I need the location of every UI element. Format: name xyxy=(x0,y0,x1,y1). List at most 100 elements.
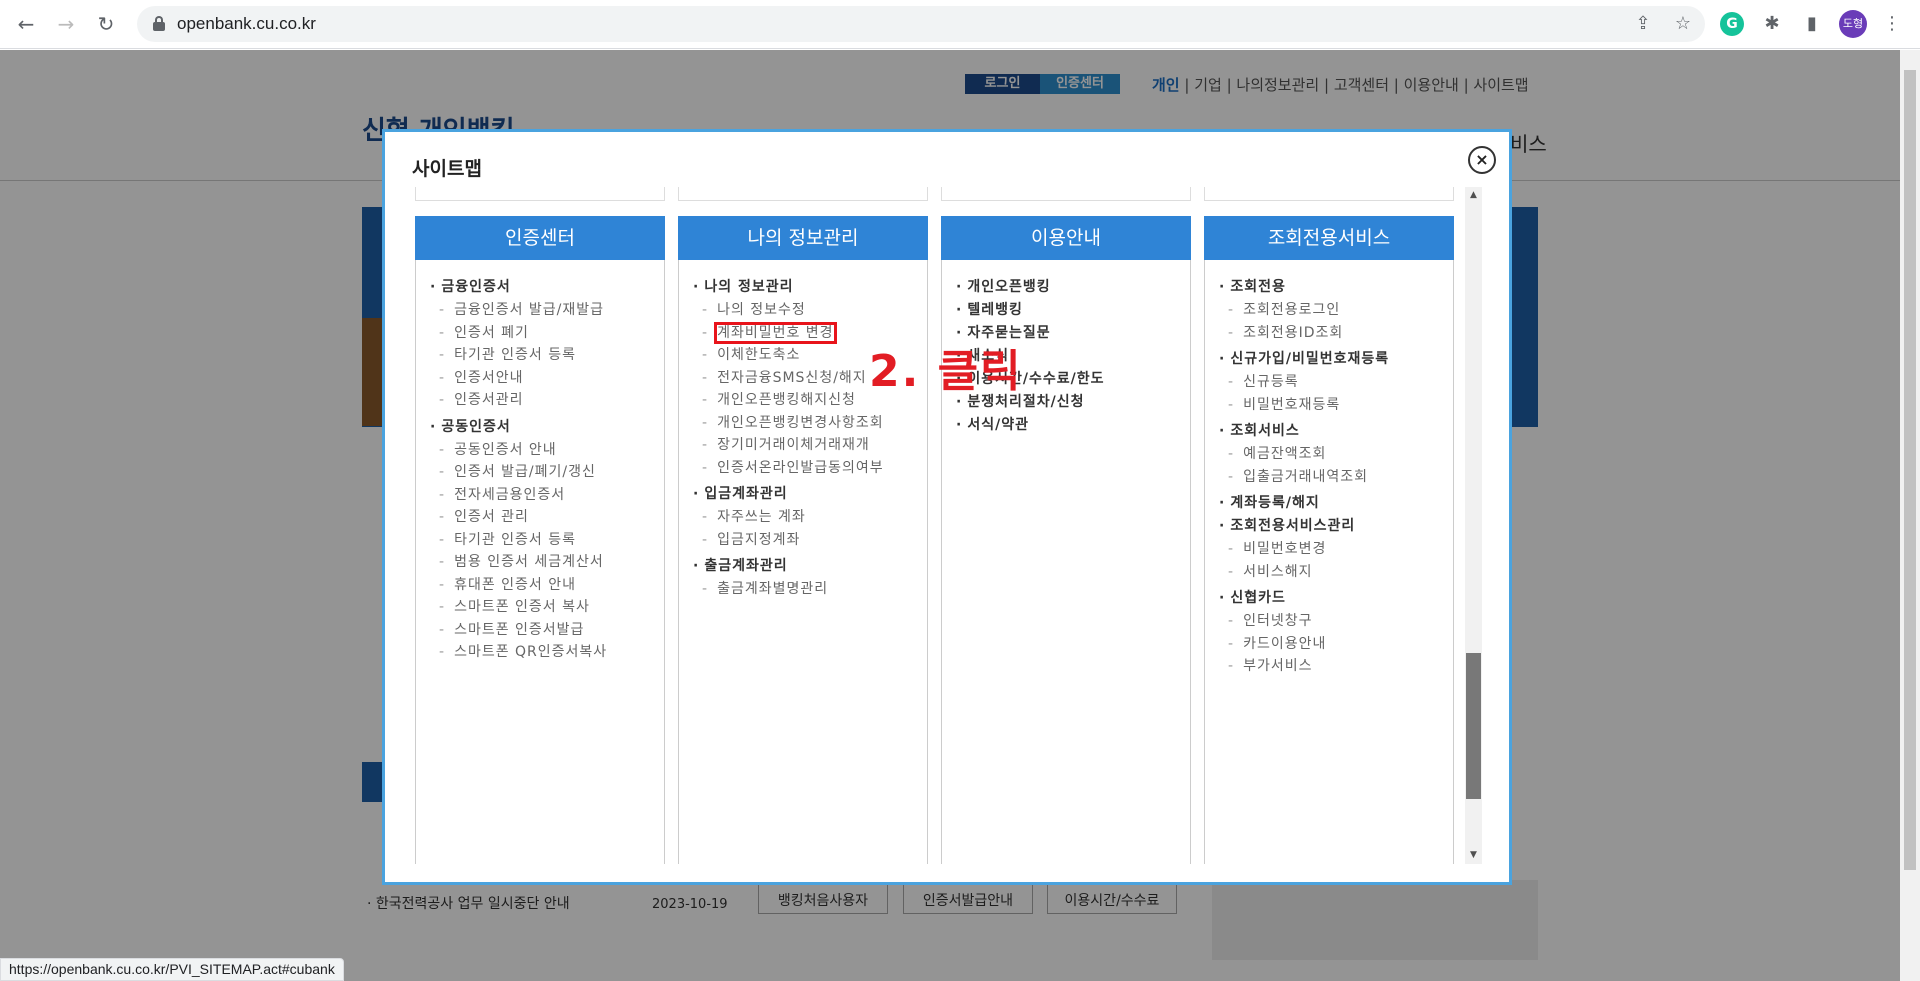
sitemap-group-link[interactable]: 조회전용서비스관리 xyxy=(1205,515,1453,538)
sitemap-sub-link[interactable]: 스마트폰 인증서발급 xyxy=(416,619,664,642)
sitemap-sub-link[interactable]: 자주쓰는 계좌 xyxy=(679,506,927,529)
column-body: 금융인증서금융인증서 발급/재발급인증서 폐기타기관 인증서 등록인증서안내인증… xyxy=(415,260,665,864)
sitemap-sub-link-label: 전자금융SMS신청/해지 xyxy=(717,369,867,386)
address-bar[interactable]: openbank.cu.co.kr ⇪ ☆ xyxy=(137,6,1705,42)
sitemap-sub-link[interactable]: 비밀번호변경 xyxy=(1205,538,1453,561)
sitemap-sub-link[interactable]: 부가서비스 xyxy=(1205,655,1453,678)
sitemap-sub-link-label: 자주쓰는 계좌 xyxy=(717,509,806,525)
sitemap-sub-link[interactable]: 전자세금용인증서 xyxy=(416,484,664,507)
sitemap-group-link[interactable]: 신규가입/비밀번호재등록 xyxy=(1205,348,1453,371)
url-text[interactable]: openbank.cu.co.kr xyxy=(177,14,316,34)
sitemap-sub-link-label: 개인오픈뱅킹해지신청 xyxy=(717,392,856,408)
sitemap-sub-link[interactable]: 인증서 발급/폐기/갱신 xyxy=(416,461,664,484)
grammarly-icon[interactable]: G xyxy=(1720,12,1744,36)
sitemap-sub-link[interactable]: 입금지정계좌 xyxy=(679,529,927,552)
sitemap-group-link[interactable]: 계좌등록/해지 xyxy=(1205,492,1453,515)
sitemap-group-link[interactable]: 공동인증서 xyxy=(416,416,664,439)
sitemap-sub-link-label: 카드이용안내 xyxy=(1243,635,1327,652)
status-bar-url: https://openbank.cu.co.kr/PVI_SITEMAP.ac… xyxy=(0,958,344,981)
sitemap-group-link[interactable]: 조회서비스 xyxy=(1205,420,1453,443)
scroll-up-icon[interactable]: ▲ xyxy=(1465,187,1482,204)
sitemap-sub-link-label: 입출금거래내역조회 xyxy=(1243,468,1368,485)
sitemap-sub-link[interactable]: 카드이용안내 xyxy=(1205,633,1453,656)
sitemap-group-link[interactable]: 출금계좌관리 xyxy=(679,555,927,578)
reload-icon[interactable]: ↻ xyxy=(92,10,120,38)
sitemap-group-link[interactable]: 조회전용 xyxy=(1205,276,1453,299)
sitemap-sub-link[interactable]: 스마트폰 QR인증서복사 xyxy=(416,641,664,664)
sitemap-sub-link[interactable]: 범용 인증서 세금계산서 xyxy=(416,551,664,574)
sitemap-sub-link[interactable]: 인증서안내 xyxy=(416,367,664,390)
back-icon[interactable]: ← xyxy=(12,10,40,38)
sitemap-sub-link[interactable]: 입출금거래내역조회 xyxy=(1205,466,1453,489)
modal-title: 사이트맵 xyxy=(412,158,482,180)
sitemap-sub-link[interactable]: 조회전용로그인 xyxy=(1205,299,1453,322)
sitemap-group-link[interactable]: 입금계좌관리 xyxy=(679,483,927,506)
close-icon[interactable]: × xyxy=(1468,146,1496,174)
sitemap-sub-link[interactable]: 공동인증서 안내 xyxy=(416,439,664,462)
sitemap-sub-link-label: 이체한도축소 xyxy=(717,347,801,363)
sitemap-sub-link[interactable]: 인터넷창구 xyxy=(1205,610,1453,633)
column-header[interactable]: 나의 정보관리 xyxy=(678,216,928,260)
sitemap-group-link[interactable]: 개인오픈뱅킹 xyxy=(942,276,1190,299)
column-header[interactable]: 이용안내 xyxy=(941,216,1191,260)
sitemap-sub-link-label: 인증서관리 xyxy=(454,392,524,408)
sitemap-sub-link[interactable]: 금융인증서 발급/재발급 xyxy=(416,299,664,322)
sitemap-group-link[interactable]: 나의 정보관리 xyxy=(679,276,927,299)
sitemap-sub-link[interactable]: 신규등록 xyxy=(1205,371,1453,394)
sitemap-column: 조회전용서비스조회전용조회전용로그인조회전용ID조회신규가입/비밀번호재등록신규… xyxy=(1204,187,1454,864)
lock-icon[interactable] xyxy=(153,16,165,31)
sitemap-sub-link[interactable]: 나의 정보수정 xyxy=(679,299,927,322)
sitemap-sub-link-label: 비밀번호재등록 xyxy=(1243,396,1341,413)
sitemap-group-link[interactable]: 텔레뱅킹 xyxy=(942,299,1190,322)
column-top-edge xyxy=(941,187,1191,201)
sitemap-sub-link[interactable]: 서비스해지 xyxy=(1205,561,1453,584)
sitemap-group-link[interactable]: 신협카드 xyxy=(1205,587,1453,610)
page-scrollbar[interactable] xyxy=(1900,50,1920,981)
sitemap-sub-link[interactable]: 타기관 인증서 등록 xyxy=(416,529,664,552)
sitemap-sub-link-label: 부가서비스 xyxy=(1243,658,1313,674)
column-header[interactable]: 조회전용서비스 xyxy=(1204,216,1454,260)
sitemap-sub-link[interactable]: 인증서 폐기 xyxy=(416,322,664,345)
forward-icon[interactable]: → xyxy=(52,10,80,38)
sitemap-sub-link[interactable]: 개인오픈뱅킹변경사항조회 xyxy=(679,412,927,435)
sitemap-sub-link[interactable]: 비밀번호재등록 xyxy=(1205,394,1453,417)
bookmark-star-icon[interactable]: ☆ xyxy=(1673,14,1693,34)
sitemap-sub-link-label: 출금계좌별명관리 xyxy=(717,581,829,597)
share-icon[interactable]: ⇪ xyxy=(1633,14,1653,34)
side-panel-icon[interactable]: ▮ xyxy=(1800,12,1824,36)
sitemap-sub-link-label: 인증서안내 xyxy=(454,369,524,386)
sitemap-group-link[interactable]: 금융인증서 xyxy=(416,276,664,299)
sitemap-column: 이용안내개인오픈뱅킹텔레뱅킹자주묻는질문새소식이용시간/수수료/한도분쟁처리절차… xyxy=(941,187,1191,864)
sitemap-sub-link[interactable]: 인증서관리 xyxy=(416,389,664,412)
sitemap-sub-link-label: 개인오픈뱅킹변경사항조회 xyxy=(717,414,884,431)
sitemap-columns: 인증센터금융인증서금융인증서 발급/재발급인증서 폐기타기관 인증서 등록인증서… xyxy=(415,187,1485,864)
sitemap-sub-link[interactable]: 인증서온라인발급동의여부 xyxy=(679,457,927,480)
extensions-puzzle-icon[interactable]: ✱ xyxy=(1760,12,1784,36)
sitemap-sub-link[interactable]: 장기미거래이체거래재개 xyxy=(679,434,927,457)
sitemap-sub-link-label: 스마트폰 인증서 복사 xyxy=(454,599,590,615)
scroll-thumb[interactable] xyxy=(1466,653,1481,799)
sitemap-sub-link-label: 장기미거래이체거래재개 xyxy=(717,437,870,453)
column-header[interactable]: 인증센터 xyxy=(415,216,665,260)
sitemap-column: 나의 정보관리나의 정보관리나의 정보수정계좌비밀번호 변경이체한도축소전자금융… xyxy=(678,187,928,864)
sitemap-sub-link-label: 인증서 폐기 xyxy=(454,324,529,341)
sitemap-sub-link-label: 인증서온라인발급동의여부 xyxy=(717,459,884,476)
menu-kebab-icon[interactable]: ⋮ xyxy=(1880,12,1904,36)
column-top-edge xyxy=(678,187,928,201)
sitemap-sub-link[interactable]: 출금계좌별명관리 xyxy=(679,578,927,601)
sitemap-sub-link[interactable]: 스마트폰 인증서 복사 xyxy=(416,596,664,619)
sitemap-sub-link-label: 인터넷창구 xyxy=(1243,613,1313,629)
profile-avatar[interactable]: 도형 xyxy=(1839,10,1867,38)
column-top-edge xyxy=(1204,187,1454,201)
scroll-down-icon[interactable]: ▼ xyxy=(1465,847,1482,864)
sitemap-sub-link-label: 비밀번호변경 xyxy=(1243,541,1327,557)
sitemap-sub-link[interactable]: 조회전용ID조회 xyxy=(1205,322,1453,345)
modal-scrollbar[interactable]: ▲ ▼ xyxy=(1465,187,1482,864)
sitemap-sub-link-label: 예금잔액조회 xyxy=(1243,446,1327,462)
sitemap-group-link[interactable]: 서식/약관 xyxy=(942,414,1190,437)
sitemap-sub-link[interactable]: 인증서 관리 xyxy=(416,506,664,529)
sitemap-modal: 사이트맵 × 인증센터금융인증서금융인증서 발급/재발급인증서 폐기타기관 인증… xyxy=(382,129,1512,885)
sitemap-sub-link[interactable]: 예금잔액조회 xyxy=(1205,443,1453,466)
sitemap-sub-link[interactable]: 휴대폰 인증서 안내 xyxy=(416,574,664,597)
sitemap-sub-link[interactable]: 타기관 인증서 등록 xyxy=(416,344,664,367)
